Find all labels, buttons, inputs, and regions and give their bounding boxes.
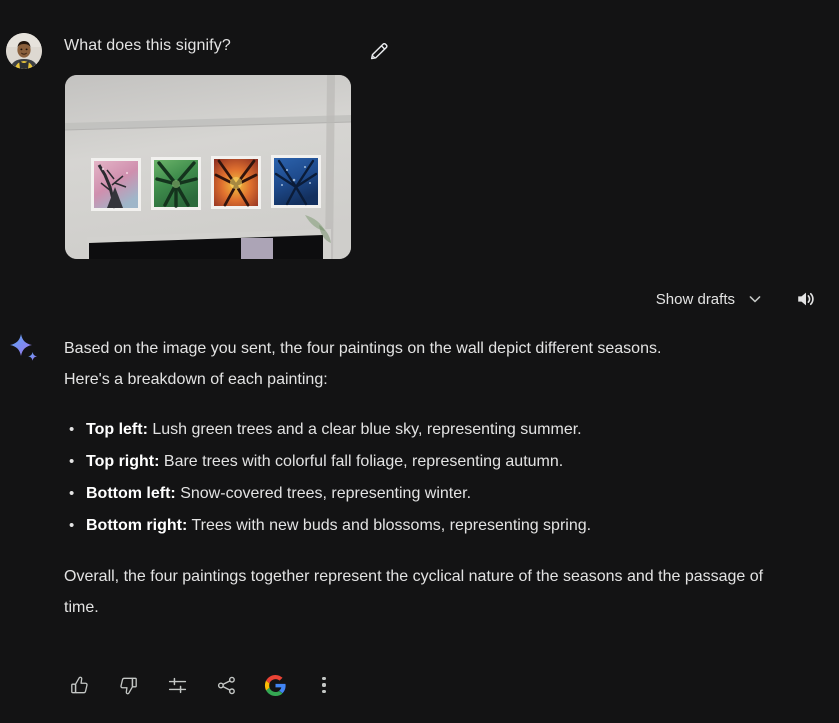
google-it-button[interactable]: [258, 668, 292, 702]
wall-paintings-photo: [65, 75, 351, 259]
attached-image-thumbnail[interactable]: [65, 75, 351, 259]
read-aloud-button[interactable]: [791, 284, 821, 314]
model-response: Based on the image you sent, the four pa…: [64, 333, 784, 623]
thumb-up-button[interactable]: [62, 668, 96, 702]
pink-blossom-painting: [91, 158, 141, 211]
user-prompt-row: What does this signify?: [0, 28, 839, 72]
thumb-up-icon: [70, 676, 88, 693]
share-icon: [217, 676, 235, 694]
google-g-icon: [264, 674, 286, 696]
orange-autumn-painting: [211, 156, 261, 209]
season-breakdown-list: Top left: Lush green trees and a clear b…: [64, 414, 784, 541]
bullet-label: Bottom right:: [86, 517, 188, 534]
prompt-text: What does this signify?: [64, 37, 231, 54]
thumb-down-button[interactable]: [111, 668, 145, 702]
bullet-label: Top right:: [86, 453, 160, 470]
modify-response-button[interactable]: [160, 668, 194, 702]
response-outro: Overall, the four paintings together rep…: [64, 568, 764, 616]
user-avatar[interactable]: [6, 33, 42, 69]
pencil-icon: [370, 42, 388, 60]
show-drafts-button[interactable]: Show drafts: [650, 284, 771, 314]
bullet-label: Bottom left:: [86, 485, 176, 502]
response-intro-line-2: Here's a breakdown of each painting:: [64, 371, 328, 388]
gemini-conversation-view: What does this signify? Show drafts Base…: [0, 0, 839, 723]
response-actions-toolbar: [62, 668, 341, 702]
list-item: Bottom left: Snow-covered trees, represe…: [64, 478, 784, 509]
bullet-text: Snow-covered trees, representing winter.: [175, 485, 472, 502]
dot: [322, 677, 326, 681]
tune-icon: [168, 677, 186, 693]
avatar-image: [6, 33, 42, 69]
drafts-toolbar: Show drafts: [650, 284, 821, 314]
bullet-label: Top left:: [86, 421, 148, 438]
list-item: Top left: Lush green trees and a clear b…: [64, 414, 784, 445]
bullet-text: Trees with new buds and blossoms, repres…: [187, 517, 592, 534]
show-drafts-label: Show drafts: [655, 290, 735, 308]
response-intro-line-1: Based on the image you sent, the four pa…: [64, 340, 662, 357]
dot: [322, 689, 326, 693]
more-vert-icon: [322, 677, 326, 693]
list-item: Top right: Bare trees with colorful fall…: [64, 446, 784, 477]
edit-prompt-button[interactable]: [364, 36, 394, 66]
blue-winter-painting: [271, 155, 321, 208]
bullet-text: Bare trees with colorful fall foliage, r…: [159, 453, 564, 470]
bullet-text: Lush green trees and a clear blue sky, r…: [147, 421, 582, 438]
dot: [322, 683, 326, 687]
more-options-button[interactable]: [307, 668, 341, 702]
green-canopy-painting: [151, 157, 201, 210]
speaker-icon: [798, 292, 814, 306]
gemini-sparkle-icon: [8, 332, 42, 366]
list-item: Bottom right: Trees with new buds and bl…: [64, 510, 784, 541]
chevron-down-icon: [749, 296, 761, 303]
thumb-down-icon: [119, 677, 137, 694]
share-button[interactable]: [209, 668, 243, 702]
